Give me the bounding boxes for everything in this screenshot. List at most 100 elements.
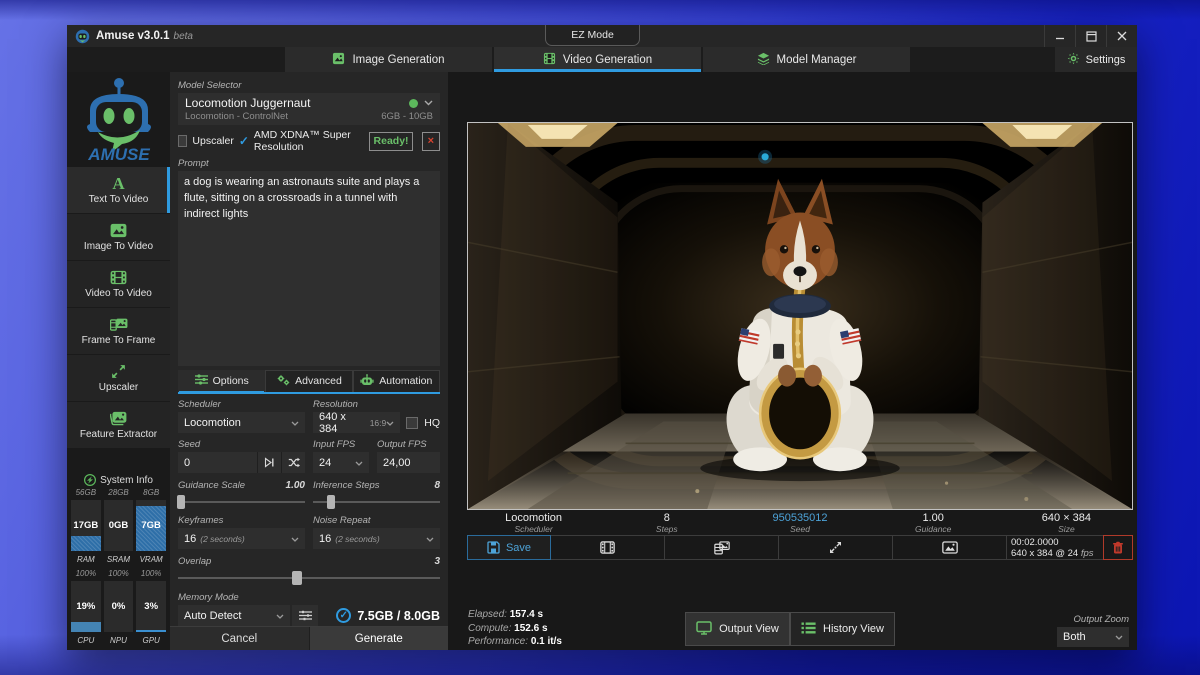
gear-icon: [1067, 52, 1080, 68]
generated-video-frame: [468, 123, 1132, 509]
chevron-down-icon: [424, 97, 433, 109]
keyframes-select[interactable]: 16 (2 seconds): [178, 528, 305, 549]
monitor-icon: [696, 621, 712, 638]
expand-arrows-icon: [111, 363, 126, 380]
save-button[interactable]: Save: [467, 535, 551, 560]
system-info-icon: [84, 474, 96, 486]
performance-stats: Elapsed: 157.4 s Compute: 152.6 s Perfor…: [468, 608, 562, 649]
seed-input[interactable]: 0: [178, 452, 257, 473]
overlap-slider[interactable]: [178, 571, 440, 585]
frames-icon: [110, 316, 128, 333]
sidebar-item-text-to-video[interactable]: A Text To Video: [67, 167, 170, 213]
tab-advanced[interactable]: Advanced: [265, 370, 352, 392]
sidebar-item-image-to-video[interactable]: Image To Video: [67, 214, 170, 260]
noise-repeat-select[interactable]: 16 (2 seconds): [313, 528, 440, 549]
settings-label: Settings: [1086, 54, 1126, 66]
memory-mode-select[interactable]: Auto Detect: [178, 605, 290, 626]
film-icon: [543, 52, 556, 68]
generate-button[interactable]: Generate: [310, 627, 449, 650]
app-beta-tag: beta: [174, 31, 193, 42]
sidebar-item-frame-to-frame[interactable]: Frame To Frame: [67, 308, 170, 354]
video-preview[interactable]: [467, 122, 1133, 510]
gears-icon: [276, 374, 290, 389]
image-icon: [332, 52, 345, 68]
logo-text: AMUSE: [87, 145, 150, 164]
sidebar-item-video-to-video[interactable]: Video To Video: [67, 261, 170, 307]
model-selector-label: Model Selector: [178, 80, 440, 91]
hq-checkbox[interactable]: [406, 417, 418, 429]
list-icon: [801, 622, 816, 637]
unload-model-button[interactable]: ×: [422, 132, 440, 151]
xdna-checkbox[interactable]: ✓: [239, 134, 249, 148]
model-status-dot: [409, 99, 418, 108]
gpu-usage-bar: 3%: [136, 581, 166, 632]
image-icon: [110, 222, 127, 239]
send-to-image-button[interactable]: [893, 535, 1007, 560]
frames-export-icon: [714, 541, 730, 555]
model-selector[interactable]: Locomotion Juggernaut Locomotion - Contr…: [178, 93, 440, 125]
system-info-panel: System Info 56GB 28GB 8GB 17GB 0GB: [67, 472, 170, 650]
maximize-button[interactable]: [1075, 25, 1106, 47]
generation-info-row: Locomotion Scheduler 8 Steps 950535012 S…: [467, 510, 1133, 535]
cpu-usage-bar: 19%: [71, 581, 101, 632]
ram-usage-bar: 17GB: [71, 500, 101, 551]
check-circle-icon: ✓: [336, 608, 351, 623]
sliders-icon: [195, 374, 208, 388]
tab-label: Model Manager: [777, 54, 857, 66]
letter-a-icon: A: [112, 175, 124, 192]
info-steps: 8 Steps: [600, 510, 733, 535]
output-zoom-label: Output Zoom: [1057, 614, 1129, 625]
input-fps-select[interactable]: 24: [313, 452, 369, 473]
sidebar-item-feature-extractor[interactable]: Feature Extractor: [67, 402, 170, 448]
close-button[interactable]: [1106, 25, 1137, 47]
cancel-button[interactable]: Cancel: [170, 627, 310, 650]
tab-model-manager[interactable]: Model Manager: [703, 47, 910, 72]
window-controls: [1044, 25, 1137, 47]
film-icon: [110, 269, 127, 286]
settings-button[interactable]: Settings: [1055, 47, 1137, 72]
film-icon: [600, 541, 615, 554]
tab-label: Video Generation: [563, 54, 652, 66]
prompt-input[interactable]: a dog is wearing an astronauts suite and…: [178, 171, 440, 366]
frames-to-image-button[interactable]: [665, 535, 779, 560]
hq-label: HQ: [424, 417, 440, 429]
options-tab-bar: Options Advanced Automation: [178, 370, 440, 392]
tab-image-generation[interactable]: Image Generation: [285, 47, 492, 72]
upscale-output-button[interactable]: [779, 535, 893, 560]
memory-tune-button[interactable]: [292, 605, 318, 626]
output-zoom-control: Output Zoom Both: [1057, 614, 1129, 647]
upscaler-checkbox[interactable]: [178, 135, 187, 147]
robot-icon: [360, 374, 374, 389]
generation-controls-panel: Model Selector Locomotion Juggernaut Loc…: [170, 72, 448, 650]
inference-steps-slider[interactable]: [313, 495, 440, 509]
sidebar-item-upscaler[interactable]: Upscaler: [67, 355, 170, 401]
amuse-logo-icon: [75, 29, 90, 44]
history-view-button[interactable]: History View: [790, 612, 895, 646]
tab-video-generation[interactable]: Video Generation: [494, 47, 701, 72]
prompt-label: Prompt: [178, 158, 440, 169]
seed-link[interactable]: 950535012: [772, 512, 827, 524]
app-title: Amuse v3.0.1: [96, 30, 170, 42]
expand-arrows-icon: [829, 541, 842, 554]
last-seed-button[interactable]: [257, 452, 281, 473]
output-view-button[interactable]: Output View: [685, 612, 790, 646]
output-zoom-select[interactable]: Both: [1057, 627, 1129, 647]
resolution-select[interactable]: 640 x 384 16:9: [313, 412, 400, 433]
info-guidance: 1.00 Guidance: [867, 510, 1000, 535]
tab-label: Image Generation: [352, 54, 444, 66]
ez-mode-button[interactable]: EZ Mode: [545, 25, 640, 46]
output-duration-info: 00:02.0000 640 x 384 @ 24 fps: [1007, 535, 1103, 560]
output-fps-input[interactable]: 24,00: [377, 452, 440, 473]
tab-automation[interactable]: Automation: [353, 370, 440, 392]
ready-button[interactable]: Ready!: [369, 132, 412, 151]
guidance-scale-slider[interactable]: [178, 495, 305, 509]
tab-options[interactable]: Options: [178, 370, 265, 392]
scheduler-select[interactable]: Locomotion: [178, 412, 305, 433]
shuffle-seed-button[interactable]: [281, 452, 305, 473]
minimize-button[interactable]: [1044, 25, 1075, 47]
npu-usage-bar: 0%: [104, 581, 134, 632]
delete-output-button[interactable]: [1103, 535, 1133, 560]
info-size: 640 × 384 Size: [1000, 510, 1133, 535]
export-video-button[interactable]: [551, 535, 665, 560]
sidebar: AMUSE A Text To Video Image To Video Vid…: [67, 72, 170, 650]
